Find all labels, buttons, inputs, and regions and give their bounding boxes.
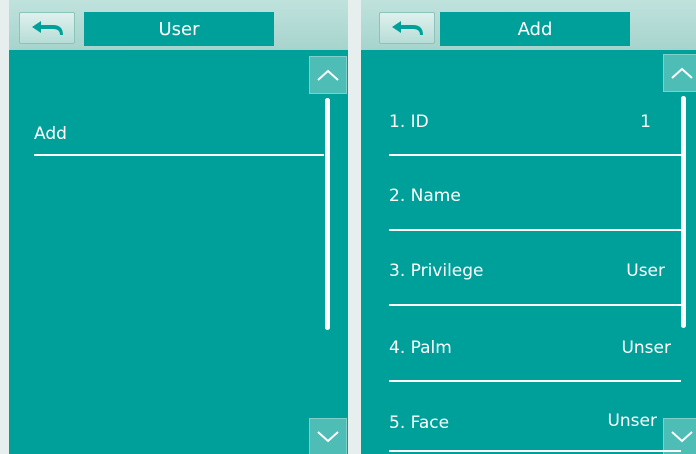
back-arrow-icon [32, 21, 63, 35]
top-bar: Add [361, 0, 696, 50]
scroll-up-button[interactable] [663, 54, 696, 92]
page-title: User [84, 12, 274, 46]
add-user-screen: Add 1. ID 1 2. Name 3. Privilege User 4.… [361, 0, 696, 454]
divider [389, 380, 681, 382]
chevron-down-icon [671, 431, 693, 443]
back-arrow-icon [392, 21, 423, 35]
field-value: 1 [640, 112, 651, 132]
divider [389, 229, 681, 231]
scroll-up-button[interactable] [309, 56, 347, 94]
field-label: 1. ID [389, 112, 429, 132]
field-value: User [626, 261, 665, 281]
scrollbar[interactable] [325, 98, 330, 330]
scroll-down-button[interactable] [309, 418, 347, 454]
back-button[interactable] [379, 12, 435, 44]
top-bar: User [9, 0, 348, 50]
field-label: 5. Face [389, 413, 450, 433]
back-button[interactable] [19, 12, 75, 44]
page-title: Add [440, 12, 630, 46]
user-menu-screen: User Add [9, 0, 348, 454]
divider [34, 154, 324, 156]
scroll-down-button[interactable] [663, 418, 696, 454]
field-value: Unser [607, 411, 657, 431]
field-label: 3. Privilege [389, 261, 484, 281]
divider [389, 450, 681, 452]
menu-item-label: Add [34, 124, 67, 144]
scrollbar[interactable] [681, 96, 686, 328]
chevron-down-icon [317, 431, 339, 443]
field-label: 2. Name [389, 186, 461, 206]
chevron-up-icon [317, 69, 339, 81]
field-label: 4. Palm [389, 338, 452, 358]
divider [389, 304, 681, 306]
chevron-up-icon [671, 67, 693, 79]
field-value: Unser [621, 338, 671, 358]
divider [389, 154, 681, 156]
